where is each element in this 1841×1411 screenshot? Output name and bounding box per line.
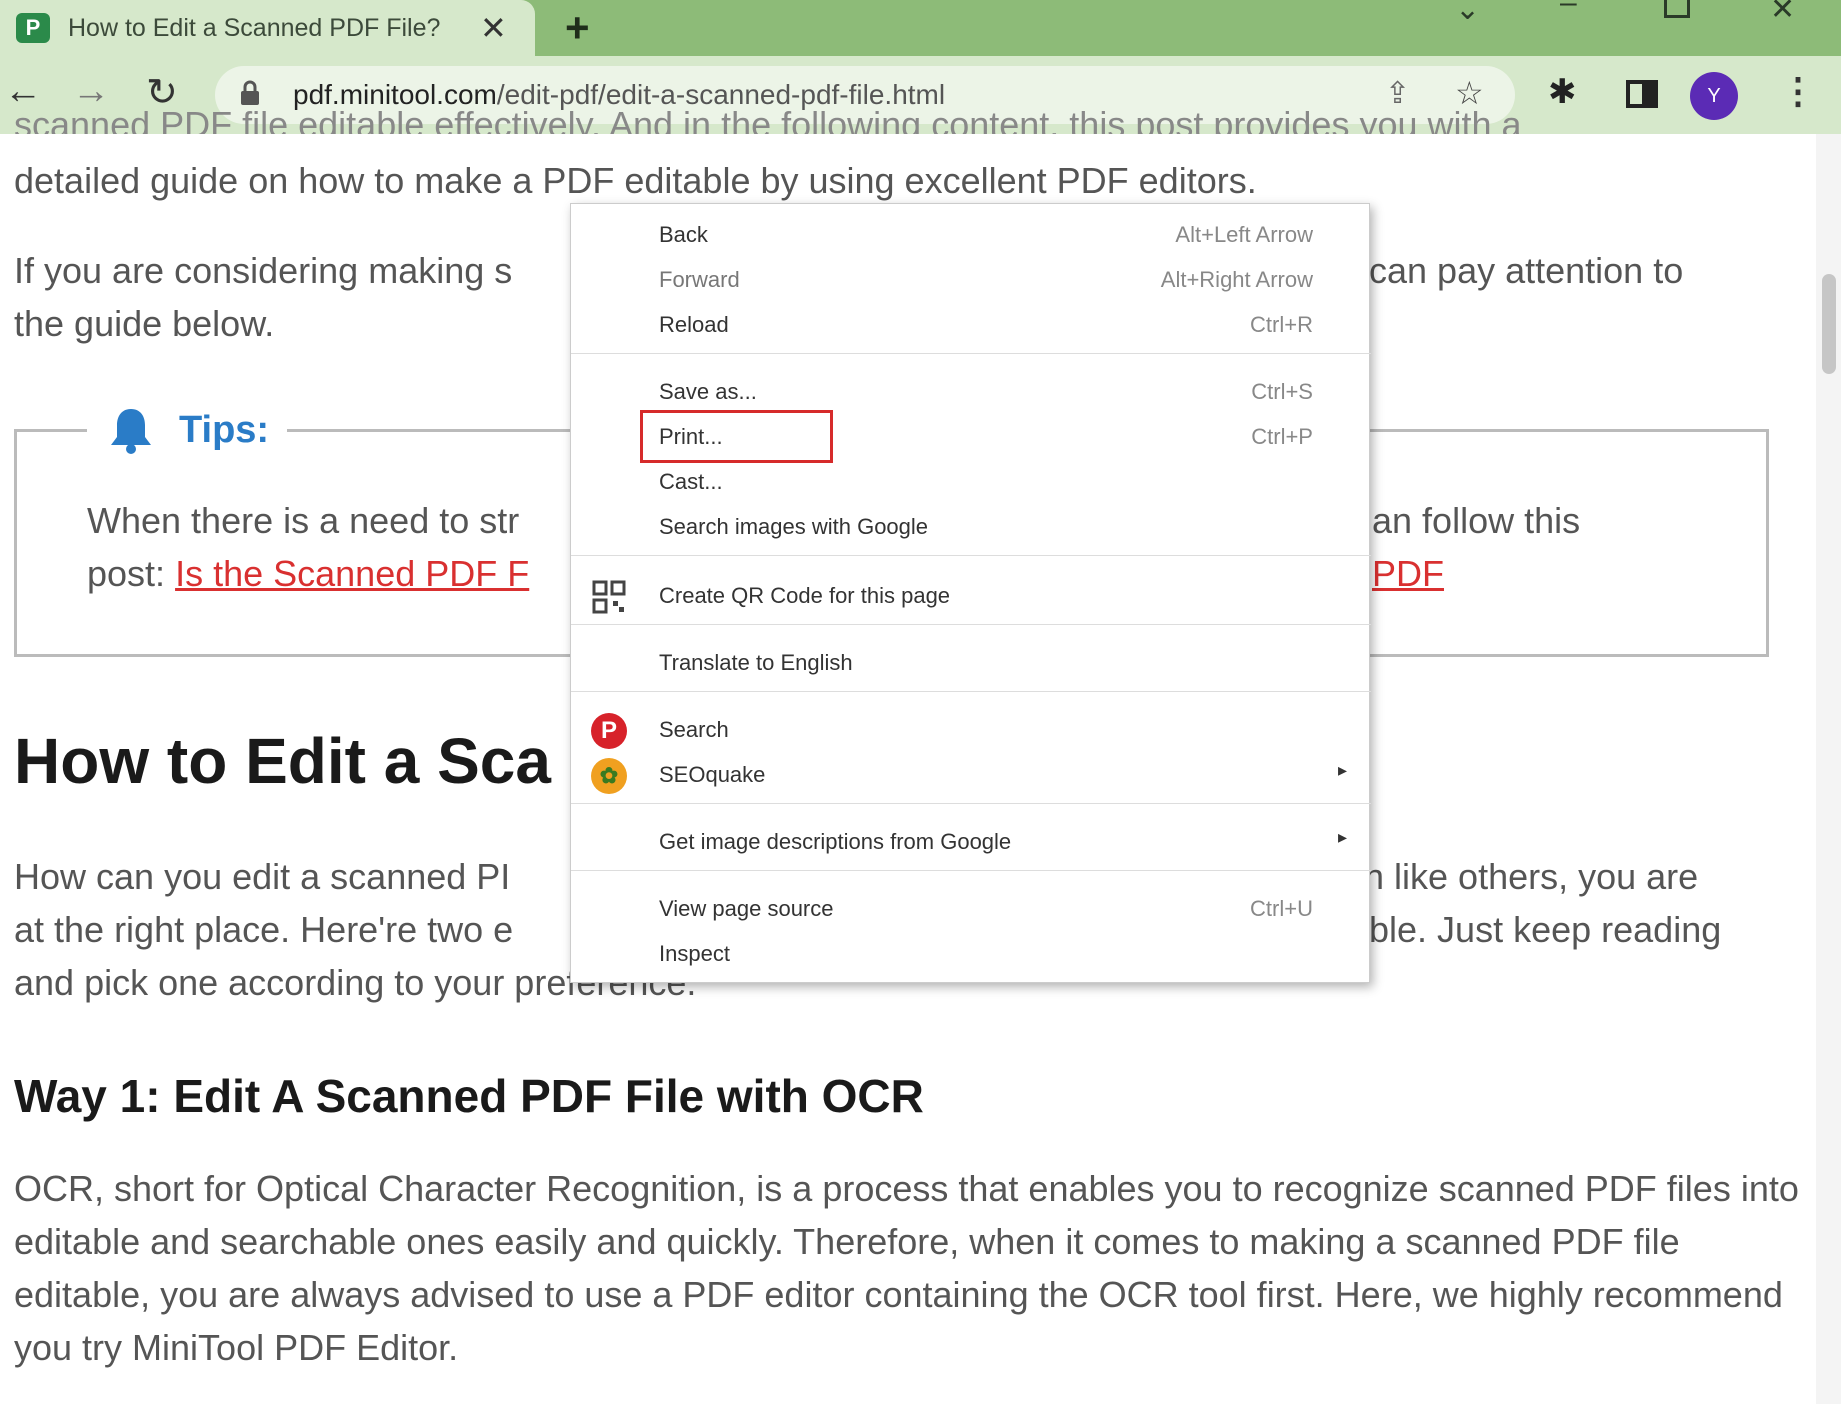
menu-label: SEOquake (659, 762, 766, 787)
edit-line2-left: at the right place. Here're two e (14, 909, 514, 950)
menu-separator (571, 803, 1371, 804)
maximize-icon[interactable] (1664, 0, 1690, 18)
menu-shortcut: Ctrl+S (1251, 379, 1313, 404)
profile-avatar[interactable]: Y (1690, 72, 1738, 120)
intro2-left: If you are considering making s (14, 250, 513, 291)
menu-label: Search images with Google (659, 514, 929, 539)
tip-line1-left: When there is a need to str (87, 500, 520, 541)
extensions-puzzle-icon[interactable]: ✱ (1548, 72, 1577, 112)
pinterest-icon: P (591, 713, 627, 749)
menu-item-search-images[interactable]: Search images with Google (571, 505, 1371, 549)
menu-label: Back (659, 222, 708, 247)
menu-shortcut: Alt+Right Arrow (1160, 267, 1313, 292)
page-scrollbar[interactable] (1816, 134, 1841, 1404)
print-highlight-box (640, 410, 833, 463)
favicon-icon: P (16, 13, 50, 43)
edit-line2-right: ble. Just keep reading (1369, 909, 1722, 950)
close-window-icon[interactable]: ✕ (1770, 0, 1795, 27)
menu-item-translate[interactable]: Translate to English (571, 641, 1371, 685)
browser-tab[interactable]: P How to Edit a Scanned PDF File? ✕ (0, 0, 535, 56)
menu-item-inspect[interactable]: Inspect (571, 932, 1371, 976)
intro-line: detailed guide on how to make a PDF edit… (14, 160, 1257, 201)
menu-item-cast[interactable]: Cast... (571, 460, 1371, 504)
menu-separator (571, 624, 1371, 625)
tab-title: How to Edit a Scanned PDF File? (68, 14, 441, 42)
menu-label: Inspect (659, 941, 730, 966)
menu-label: View page source (659, 896, 834, 921)
menu-label: Forward (659, 267, 740, 292)
tip-link-end[interactable]: PDF (1372, 547, 1444, 600)
intro-cut-line: scanned PDF file editable effectively. A… (14, 104, 1522, 134)
tips-label: Tips: (179, 408, 270, 451)
intro2-right: can pay attention to (1369, 250, 1684, 291)
menu-shortcut: Ctrl+P (1251, 424, 1313, 449)
edit-line1-left: How can you edit a scanned PI (14, 856, 511, 897)
menu-item-image-descriptions[interactable]: Get image descriptions from Google ▸ (571, 820, 1371, 864)
menu-separator (571, 353, 1371, 354)
menu-separator (571, 870, 1371, 871)
title-bar: P How to Edit a Scanned PDF File? ✕ + ⌄ … (0, 0, 1841, 56)
lock-icon[interactable] (240, 80, 260, 106)
tip-line1-right: an follow this (1372, 500, 1581, 541)
menu-item-seoquake[interactable]: ✿ SEOquake ▸ (571, 753, 1371, 797)
menu-label: Get image descriptions from Google (659, 829, 1012, 854)
context-menu: Back Alt+Left Arrow Forward Alt+Right Ar… (570, 203, 1371, 983)
edit-line1-right: n like others, you are (1364, 856, 1699, 897)
menu-item-view-source[interactable]: View page source Ctrl+U (571, 887, 1371, 931)
menu-label: Cast... (659, 469, 723, 494)
scrollbar-thumb[interactable] (1822, 274, 1836, 374)
menu-shortcut: Alt+Left Arrow (1175, 222, 1313, 247)
menu-item-search[interactable]: P Search (571, 708, 1371, 752)
tip-line2-left: post: (87, 553, 176, 594)
menu-shortcut: Ctrl+R (1250, 312, 1313, 337)
menu-item-back[interactable]: Back Alt+Left Arrow (571, 213, 1371, 257)
menu-shortcut: Ctrl+U (1250, 896, 1313, 921)
ocr-paragraph: OCR, short for Optical Character Recogni… (14, 1168, 1799, 1368)
menu-label: Create QR Code for this page (659, 583, 951, 608)
submenu-arrow-icon: ▸ (1337, 760, 1347, 780)
submenu-arrow-icon: ▸ (1337, 827, 1347, 847)
menu-item-forward[interactable]: Forward Alt+Right Arrow (571, 258, 1371, 302)
bell-icon (111, 409, 151, 454)
new-tab-icon[interactable]: + (565, 4, 590, 52)
menu-label: Save as... (659, 379, 757, 404)
qr-code-icon (592, 580, 626, 614)
menu-item-reload[interactable]: Reload Ctrl+R (571, 303, 1371, 347)
minimize-icon[interactable]: – (1560, 0, 1577, 20)
tip-link[interactable]: Is the Scanned PDF F (175, 553, 529, 594)
subsection-heading: Way 1: Edit A Scanned PDF File with OCR (14, 1070, 924, 1122)
menu-label: Translate to English (659, 650, 853, 675)
menu-separator (571, 691, 1371, 692)
side-panel-icon[interactable] (1626, 80, 1658, 108)
tips-header: Tips: (87, 406, 288, 454)
section-heading: How to Edit a Sca (14, 725, 551, 797)
menu-item-save-as[interactable]: Save as... Ctrl+S (571, 370, 1371, 414)
menu-item-qr-code[interactable]: Create QR Code for this page (571, 574, 1371, 618)
kebab-menu-icon[interactable]: ⋮ (1780, 70, 1816, 112)
menu-label: Reload (659, 312, 729, 337)
menu-separator (571, 555, 1371, 556)
tab-search-icon[interactable]: ⌄ (1455, 0, 1480, 27)
seoquake-icon: ✿ (591, 758, 627, 794)
menu-label: Search (659, 717, 729, 742)
close-tab-icon[interactable]: ✕ (480, 9, 507, 47)
